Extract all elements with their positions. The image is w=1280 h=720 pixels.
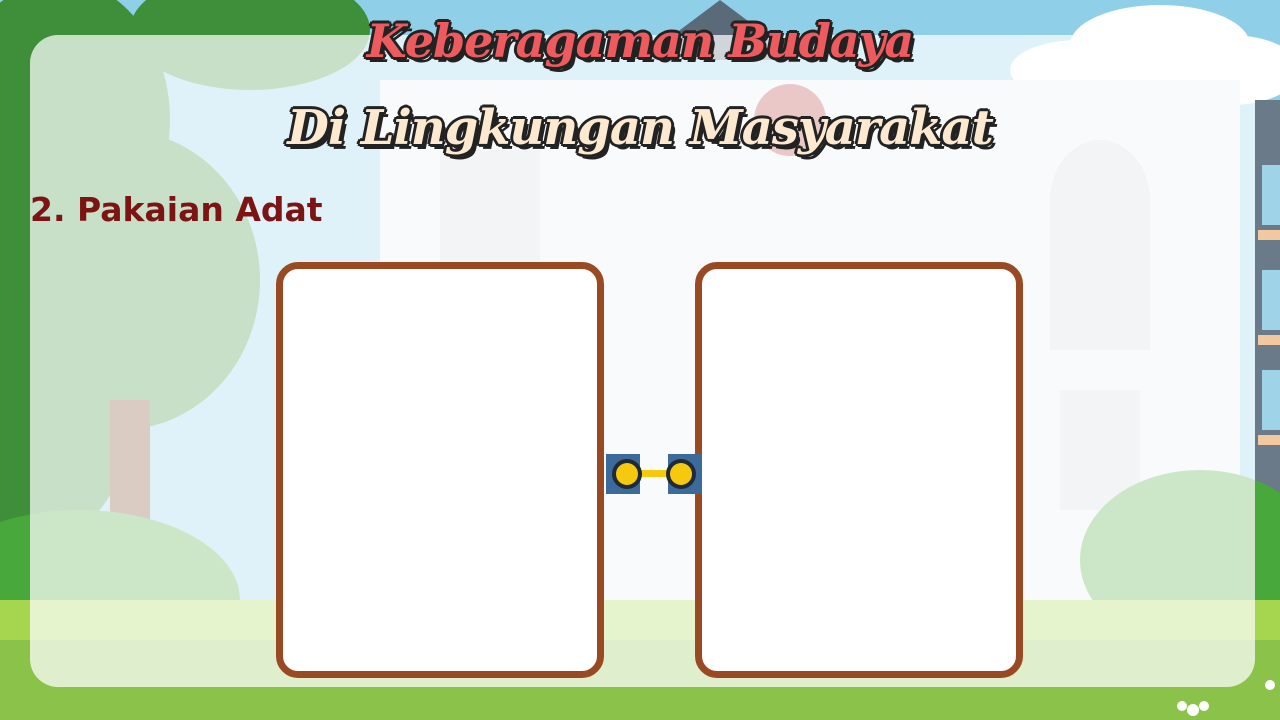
image-frame-right (695, 262, 1023, 678)
image-frame-left (276, 262, 604, 678)
slide-title: Keberagaman Budaya (366, 14, 914, 68)
slide-subtitle: Di Lingkungan Masyarakat (287, 100, 994, 156)
connector-icon (606, 454, 702, 494)
section-heading: 2. Pakaian Adat (30, 190, 323, 229)
